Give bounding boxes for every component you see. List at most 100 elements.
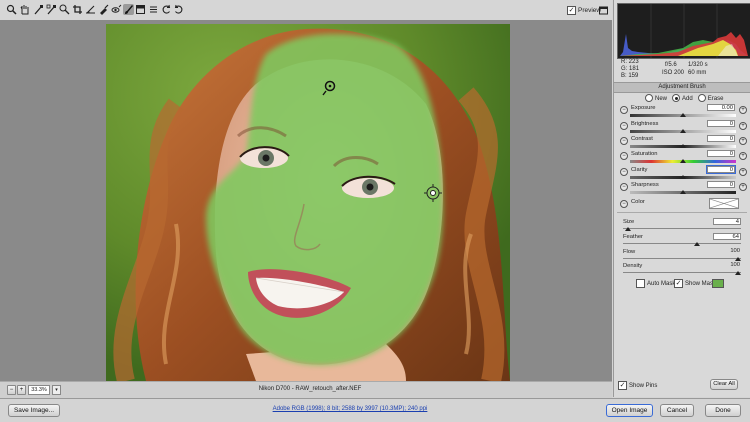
rotate-ccw-icon[interactable] [161,4,172,15]
preview-checkbox[interactable]: ✓ Preview [567,6,601,15]
straighten-icon[interactable] [85,4,96,15]
density-thumb[interactable] [735,271,741,275]
adjustment-brush-icon[interactable] [123,4,134,15]
color-sampler-icon[interactable] [46,4,57,15]
save-image-button[interactable]: Save Image... [8,404,60,417]
bottom-bar: Save Image... Adobe RGB (1998); 8 bit; 2… [0,398,750,422]
size-value[interactable]: 4 [713,218,741,225]
brightness-value[interactable]: 0 [707,120,735,127]
clear-all-button[interactable]: Clear All [710,379,738,390]
preview-check[interactable]: ✓ [567,6,576,15]
sharpness-thumb[interactable] [680,190,686,194]
slider-row-exposure: − Exposure 0.00 + [617,104,747,118]
contrast-thumb[interactable] [680,144,686,148]
feather-value[interactable]: 64 [713,233,741,240]
brightness-thumb[interactable] [680,129,686,133]
workflow-options-link[interactable]: Adobe RGB (1998); 8 bit; 2588 by 3997 (1… [200,406,500,412]
file-name: Nikon D700 - RAW_retouch_after.NEF [258,386,362,392]
done-button[interactable]: Done [705,404,741,417]
fullscreen-icon[interactable] [598,5,609,16]
exposure-label: Exposure [631,105,656,111]
flow-label: Flow [623,249,636,255]
brush-row-flow: Flow 100 [617,248,747,262]
show-pins-check[interactable]: ✓ [618,381,627,390]
brightness-minus-icon[interactable]: − [620,122,628,130]
spot-removal-icon[interactable] [98,4,109,15]
auto-mask-check[interactable] [636,279,645,288]
feather-thumb[interactable] [694,242,700,246]
slider-row-contrast: − Contrast 0 + [617,135,747,149]
white-balance-icon[interactable] [33,4,44,15]
sharpness-minus-icon[interactable]: − [620,183,628,191]
saturation-minus-icon[interactable]: − [620,152,628,160]
target-adjust-icon[interactable] [59,4,70,15]
contrast-minus-icon[interactable]: − [620,137,628,145]
sharpness-value[interactable]: 0 [707,181,735,188]
photo-preview[interactable] [106,24,510,381]
zoom-dropdown-icon[interactable]: ▾ [52,385,61,395]
density-track[interactable] [623,272,741,273]
sharpness-plus-icon[interactable]: + [739,183,747,191]
radio-add [672,94,681,102]
show-pins-checkbox[interactable]: ✓ Show Pins [618,381,657,390]
mask-color-swatch[interactable] [712,279,724,288]
color-label: Color [631,199,645,205]
exposure-minus-icon[interactable]: − [620,106,628,114]
toolbar: ✓ Preview [0,0,612,21]
size-track[interactable] [623,228,741,229]
size-thumb[interactable] [625,227,631,231]
mode-new[interactable]: New [645,94,667,102]
contrast-plus-icon[interactable]: + [739,137,747,145]
histogram [617,3,750,59]
clarity-thumb[interactable] [680,175,686,179]
divider [617,212,747,213]
clarity-minus-icon[interactable]: − [620,168,628,176]
saturation-value[interactable]: 0 [707,150,735,157]
flow-value[interactable]: 100 [713,248,741,255]
brightness-plus-icon[interactable]: + [739,122,747,130]
auto-mask-checkbox[interactable]: Auto Mask [636,279,675,288]
slider-row-brightness: − Brightness 0 + [617,120,747,134]
brightness-label: Brightness [631,121,659,127]
crop-icon[interactable] [72,4,83,15]
preferences-icon[interactable] [148,4,159,15]
exposure-value[interactable]: 0.00 [707,104,735,111]
zoom-in-button[interactable]: + [17,385,26,395]
graduated-filter-icon[interactable] [135,4,146,15]
contrast-value[interactable]: 0 [707,135,735,142]
clarity-plus-icon[interactable]: + [739,168,747,176]
zoom-out-button[interactable]: − [7,385,16,395]
cancel-button[interactable]: Cancel [660,404,694,417]
red-eye-icon[interactable] [111,4,122,15]
zoom-level[interactable]: 33.3% [28,385,50,395]
open-image-button[interactable]: Open Image [606,404,653,417]
zoom-icon[interactable] [6,4,17,15]
focal-length: 60 mm [688,70,707,76]
status-bar: − + 33.3% ▾ Nikon D700 - RAW_retouch_aft… [0,381,612,398]
size-label: Size [623,219,635,225]
slider-row-clarity: − Clarity 0 + [617,165,747,180]
brush-row-density: Density 100 [617,262,747,276]
color-swatch[interactable] [709,198,739,209]
b-readout: B: 159 [621,73,639,79]
brush-row-feather: Feather 64 [617,233,747,247]
shutter-speed: 1/320 s [688,62,708,68]
mode-erase[interactable]: Erase [697,94,723,102]
slider-row-saturation: − Saturation 0 + [617,150,747,164]
saturation-plus-icon[interactable]: + [739,152,747,160]
rotate-cw-icon[interactable] [173,4,184,15]
mode-add[interactable]: Add [672,94,693,102]
hand-icon[interactable] [19,4,30,15]
color-minus-icon[interactable]: − [620,200,628,208]
show-mask-check[interactable]: ✓ [674,279,683,288]
feather-track[interactable] [623,243,741,244]
flow-track[interactable] [623,258,741,259]
density-value[interactable]: 100 [713,262,741,269]
show-mask-checkbox[interactable]: ✓ Show Mask [674,279,716,288]
saturation-thumb[interactable] [680,159,686,163]
exposure-plus-icon[interactable]: + [739,106,747,114]
clarity-value[interactable]: 0 [706,165,736,174]
exposure-thumb[interactable] [680,113,686,117]
density-label: Density [623,263,643,269]
flow-thumb[interactable] [735,257,741,261]
